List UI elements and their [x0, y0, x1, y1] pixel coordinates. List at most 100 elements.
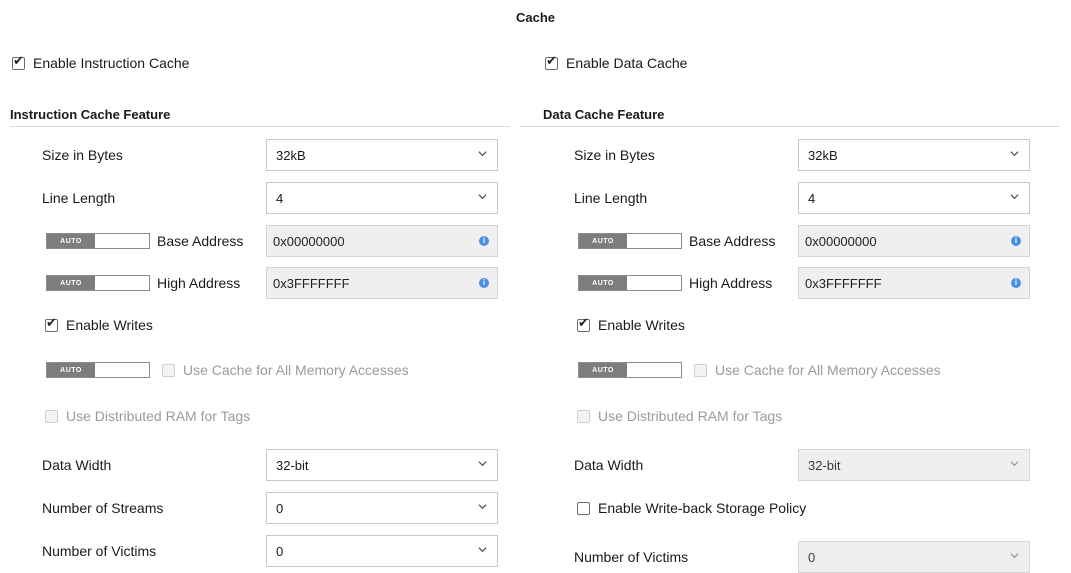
enable-data-cache-label: Enable Data Cache: [566, 55, 688, 71]
data-enable-writes-label: Enable Writes: [598, 317, 685, 333]
data-base-address-value: 0x00000000: [805, 233, 877, 249]
instr-use-cache-all-label: Use Cache for All Memory Accesses: [183, 362, 409, 378]
data-high-address-field[interactable]: 0x3FFFFFFF i: [798, 267, 1030, 299]
checkmark-icon: ✔: [578, 315, 589, 331]
auto-toggle-knob: AUTO: [47, 363, 95, 377]
chevron-down-icon: [1010, 461, 1019, 467]
instr-line-length-select[interactable]: 4: [266, 182, 498, 214]
chevron-down-icon: [478, 504, 487, 510]
data-victims-select: 0: [798, 541, 1030, 573]
data-use-cache-all-label: Use Cache for All Memory Accesses: [715, 362, 941, 378]
auto-toggle-knob: AUTO: [579, 363, 627, 377]
data-line-length-label: Line Length: [574, 190, 648, 206]
instr-data-width-label: Data Width: [42, 457, 112, 473]
instr-size-value: 32kB: [276, 147, 306, 163]
chevron-down-icon: [1010, 553, 1019, 559]
instr-streams-label: Number of Streams: [42, 500, 164, 516]
data-use-cache-all-checkbox: Use Cache for All Memory Accesses: [694, 362, 941, 378]
instr-use-cache-all-checkbox: Use Cache for All Memory Accesses: [162, 362, 409, 378]
info-icon[interactable]: i: [1011, 236, 1021, 246]
data-line-length-select[interactable]: 4: [798, 182, 1030, 214]
instr-use-cache-auto-toggle[interactable]: AUTO: [46, 362, 150, 378]
data-section-divider: [520, 126, 1060, 127]
chevron-down-icon: [478, 547, 487, 553]
info-icon[interactable]: i: [479, 236, 489, 246]
data-write-back-checkbox[interactable]: Enable Write-back Storage Policy: [577, 500, 806, 516]
instr-base-address-value: 0x00000000: [273, 233, 345, 249]
checkbox-box: [694, 363, 707, 377]
auto-toggle-knob: AUTO: [47, 234, 95, 248]
data-base-address-auto-toggle[interactable]: AUTO: [578, 233, 682, 249]
checkmark-icon: ✔: [546, 53, 557, 69]
instr-high-address-field[interactable]: 0x3FFFFFFF i: [266, 267, 498, 299]
instruction-section-divider: [10, 126, 510, 127]
auto-toggle-knob: AUTO: [47, 276, 95, 290]
instr-data-width-value: 32-bit: [276, 457, 309, 473]
instr-enable-writes-label: Enable Writes: [66, 317, 153, 333]
data-line-length-value: 4: [808, 190, 816, 206]
data-data-width-label: Data Width: [574, 457, 644, 473]
instr-base-address-auto-toggle[interactable]: AUTO: [46, 233, 150, 249]
instr-streams-select[interactable]: 0: [266, 492, 498, 524]
auto-toggle-knob: AUTO: [579, 234, 627, 248]
instruction-cache-feature-title: Instruction Cache Feature: [10, 107, 171, 122]
data-enable-writes-checkbox[interactable]: ✔ Enable Writes: [577, 315, 685, 333]
data-size-label: Size in Bytes: [574, 147, 655, 163]
data-size-value: 32kB: [808, 147, 838, 163]
info-icon[interactable]: i: [479, 278, 489, 288]
instr-use-distributed-ram-label: Use Distributed RAM for Tags: [66, 408, 251, 424]
chevron-down-icon: [478, 151, 487, 157]
enable-data-cache-checkbox[interactable]: ✔ Enable Data Cache: [545, 53, 688, 71]
enable-instruction-cache-checkbox[interactable]: ✔ Enable Instruction Cache: [12, 53, 190, 71]
data-base-address-field[interactable]: 0x00000000 i: [798, 225, 1030, 257]
instr-data-width-select[interactable]: 32-bit: [266, 449, 498, 481]
data-victims-label: Number of Victims: [574, 549, 689, 565]
data-data-width-select: 32-bit: [798, 449, 1030, 481]
data-high-address-value: 0x3FFFFFFF: [805, 275, 882, 291]
instr-line-length-value: 4: [276, 190, 284, 206]
data-size-select[interactable]: 32kB: [798, 139, 1030, 171]
instr-victims-select[interactable]: 0: [266, 535, 498, 567]
instr-enable-writes-checkbox[interactable]: ✔ Enable Writes: [45, 315, 153, 333]
instr-high-address-auto-toggle[interactable]: AUTO: [46, 275, 150, 291]
checkbox-box: [162, 363, 175, 377]
info-icon[interactable]: i: [1011, 278, 1021, 288]
data-victims-value: 0: [808, 549, 816, 565]
checkbox-box[interactable]: ✔: [12, 53, 25, 70]
chevron-down-icon: [1010, 151, 1019, 157]
instr-use-distributed-ram-checkbox: Use Distributed RAM for Tags: [45, 408, 250, 424]
instr-base-address-field[interactable]: 0x00000000 i: [266, 225, 498, 257]
instr-size-label: Size in Bytes: [42, 147, 123, 163]
checkbox-box[interactable]: [577, 501, 590, 515]
chevron-down-icon: [478, 461, 487, 467]
chevron-down-icon: [1010, 194, 1019, 200]
auto-toggle-knob: AUTO: [579, 276, 627, 290]
checkmark-icon: ✔: [13, 53, 24, 69]
checkbox-box[interactable]: ✔: [545, 53, 558, 70]
data-data-width-value: 32-bit: [808, 457, 841, 473]
instr-victims-label: Number of Victims: [42, 543, 157, 559]
data-cache-feature-title: Data Cache Feature: [543, 107, 665, 122]
data-use-cache-auto-toggle[interactable]: AUTO: [578, 362, 682, 378]
checkbox-box[interactable]: ✔: [45, 315, 58, 332]
instr-high-address-label: High Address: [157, 275, 241, 291]
chevron-down-icon: [478, 194, 487, 200]
instr-base-address-label: Base Address: [157, 233, 244, 249]
instr-size-select[interactable]: 32kB: [266, 139, 498, 171]
data-high-address-label: High Address: [689, 275, 773, 291]
instr-victims-value: 0: [276, 543, 284, 559]
checkbox-box[interactable]: ✔: [577, 315, 590, 332]
checkmark-icon: ✔: [46, 315, 57, 331]
data-write-back-label: Enable Write-back Storage Policy: [598, 500, 807, 516]
data-high-address-auto-toggle[interactable]: AUTO: [578, 275, 682, 291]
instr-high-address-value: 0x3FFFFFFF: [273, 275, 350, 291]
instr-streams-value: 0: [276, 500, 284, 516]
checkbox-box: [577, 409, 590, 423]
checkbox-box: [45, 409, 58, 423]
data-base-address-label: Base Address: [689, 233, 776, 249]
data-use-distributed-ram-label: Use Distributed RAM for Tags: [598, 408, 783, 424]
data-use-distributed-ram-checkbox: Use Distributed RAM for Tags: [577, 408, 782, 424]
page-title: Cache: [515, 10, 556, 25]
enable-instruction-cache-label: Enable Instruction Cache: [33, 55, 190, 71]
instr-line-length-label: Line Length: [42, 190, 116, 206]
